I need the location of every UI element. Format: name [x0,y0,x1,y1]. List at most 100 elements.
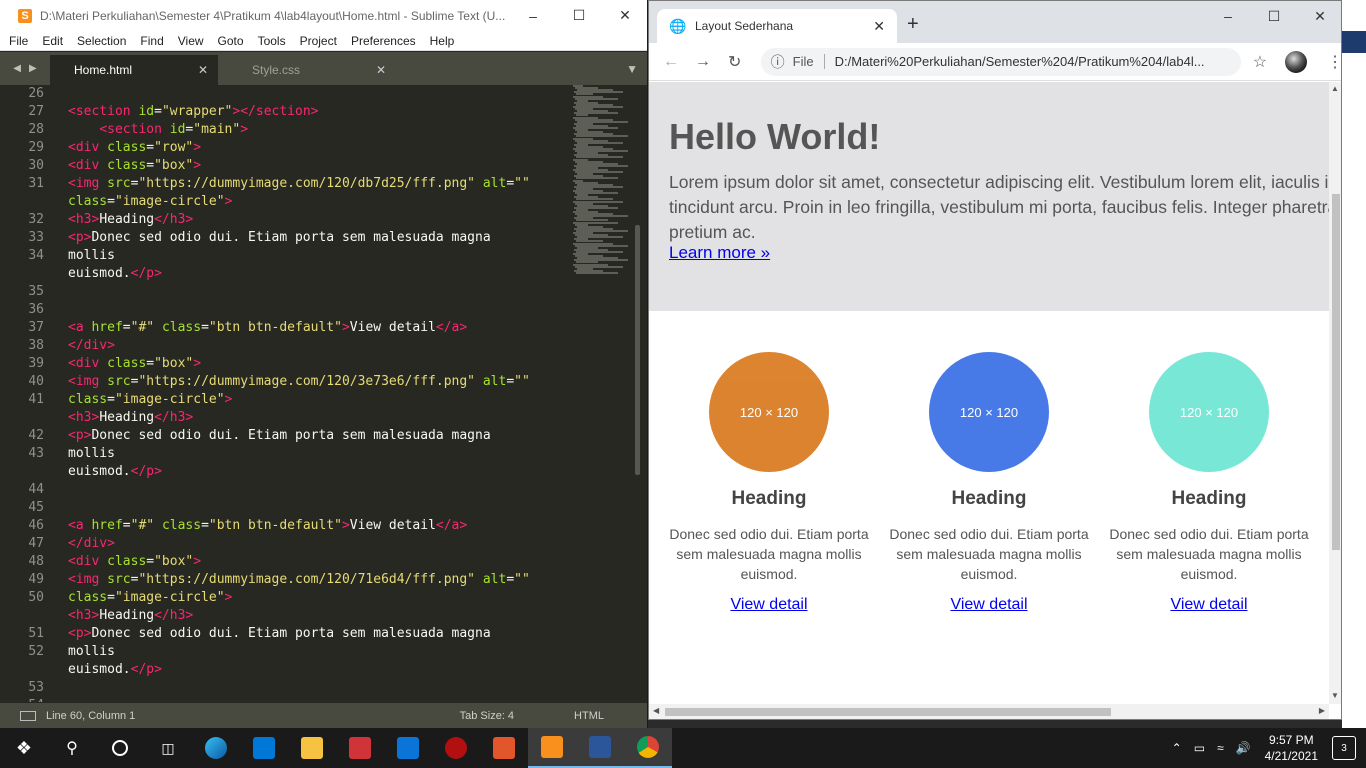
code-line[interactable]: <img src="https://dummyimage.com/120/db7… [68,176,530,191]
panel-toggle-icon[interactable] [20,710,36,721]
notification-center-button[interactable]: 3 [1332,736,1356,760]
menu-find[interactable]: Find [133,34,170,48]
store-button[interactable] [240,728,288,768]
chevron-left-icon[interactable]: ◀ [13,63,21,74]
sublime-taskbar-button[interactable] [528,728,576,768]
editor-scrollbar[interactable] [635,225,640,475]
close-tab-icon[interactable]: ✕ [198,63,208,77]
minimize-button[interactable]: – [510,0,556,31]
tab-list-dropdown-icon[interactable]: ▼ [626,62,638,76]
edge-button[interactable] [192,728,240,768]
menu-project[interactable]: Project [293,34,344,48]
code-line[interactable]: <div class="box"> [68,158,201,173]
pdf-app-button[interactable] [480,728,528,768]
browser-tab[interactable]: 🌐 Layout Sederhana ✕ [657,9,897,43]
code-line[interactable]: mollis [68,644,115,659]
code-line[interactable]: mollis [68,248,115,263]
scroll-left-icon[interactable]: ◀ [653,706,659,715]
chrome-taskbar-button[interactable] [624,728,672,768]
menu-preferences[interactable]: Preferences [344,34,423,48]
code-line[interactable]: <p>Donec sed odio dui. Etiam porta sem m… [68,428,491,443]
close-button[interactable]: ✕ [1297,1,1341,31]
kebab-menu-icon[interactable]: ⋮ [1327,52,1341,72]
minimize-button[interactable]: – [1205,1,1251,31]
code-line[interactable]: <div class="box"> [68,356,201,371]
url-text[interactable]: D:/Materi%20Perkuliahan/Semester%204/Pra… [835,54,1241,69]
code-line[interactable]: <section id="main"> [68,122,248,137]
tab-scroll-arrows[interactable]: ◀ ▶ [0,52,50,85]
code-line[interactable]: <h3>Heading</h3> [68,608,193,623]
maximize-button[interactable]: ☐ [556,0,602,31]
tab-style-css[interactable]: Style.css ✕ [228,55,396,85]
page-viewport[interactable]: Hello World! Lorem ipsum dolor sit amet,… [649,82,1329,704]
code-line[interactable]: class="image-circle"> [68,392,232,407]
page-vertical-scrollbar[interactable]: ▲ ▼ [1329,82,1341,704]
code-line[interactable]: class="image-circle"> [68,590,232,605]
scroll-up-icon[interactable]: ▲ [1331,84,1339,93]
tab-home-html[interactable]: Home.html ✕ [50,55,218,85]
wifi-icon[interactable]: ≈ [1217,741,1224,755]
menu-file[interactable]: File [0,34,35,48]
code-line[interactable]: class="image-circle"> [68,194,232,209]
chrome-window[interactable]: 🌐 Layout Sederhana ✕ + – ☐ ✕ ← → ↻ ⓘ Fil… [648,0,1342,720]
code-area[interactable]: <section id="wrapper"></section> <sectio… [68,85,573,702]
forward-arrow-icon[interactable]: → [687,53,719,71]
view-detail-link[interactable]: View detail [1109,596,1309,614]
tab-size[interactable]: Tab Size: 4 [460,710,514,722]
sublime-window[interactable]: S D:\Materi Perkuliahan\Semester 4\Prati… [0,0,648,728]
maximize-button[interactable]: ☐ [1251,1,1297,31]
close-tab-icon[interactable]: ✕ [376,63,386,77]
menu-view[interactable]: View [171,34,211,48]
code-line[interactable]: <div class="box"> [68,554,201,569]
code-line[interactable]: euismod.</p> [68,464,162,479]
menu-edit[interactable]: Edit [35,34,70,48]
start-button[interactable]: ❖ [0,728,48,768]
clock[interactable]: 9:57 PM 4/21/2021 [1265,732,1318,764]
search-button[interactable]: ⚲ [48,728,96,768]
code-editor[interactable]: 26 27 28 29 30 31 32 33 34 35 36 37 38 39 40 41 42 43 44 45… [0,85,647,702]
sublime-title-bar[interactable]: S D:\Materi Perkuliahan\Semester 4\Prati… [0,0,647,31]
code-line[interactable]: <h3>Heading</h3> [68,212,193,227]
code-line[interactable]: </div> [68,338,115,353]
gift-app-button[interactable] [336,728,384,768]
menu-selection[interactable]: Selection [70,34,133,48]
new-tab-button[interactable]: + [907,13,919,36]
view-detail-link[interactable]: View detail [669,596,869,614]
scroll-right-icon[interactable]: ▶ [1319,706,1325,715]
battery-icon[interactable]: ▭ [1194,741,1205,755]
address-bar[interactable]: ⓘ File D:/Materi%20Perkuliahan/Semester%… [760,47,1241,76]
view-detail-link[interactable]: View detail [889,596,1089,614]
scroll-thumb[interactable] [665,708,1111,716]
mail-button[interactable] [384,728,432,768]
chevron-right-icon[interactable]: ▶ [29,63,37,74]
learn-more-link[interactable]: Learn more » [669,243,770,263]
syntax-mode[interactable]: HTML [574,710,604,722]
page-horizontal-scrollbar[interactable]: ◀ ▶ [649,704,1329,719]
code-line[interactable]: euismod.</p> [68,662,162,677]
menu-tools[interactable]: Tools [251,34,293,48]
code-line[interactable]: <h3>Heading</h3> [68,410,193,425]
code-line[interactable]: </div> [68,536,115,551]
back-arrow-icon[interactable]: ← [655,53,687,71]
code-line[interactable]: <img src="https://dummyimage.com/120/71e… [68,572,530,587]
word-taskbar-button[interactable] [576,728,624,768]
code-line[interactable]: <section id="wrapper"></section> [68,104,318,119]
reload-icon[interactable]: ↻ [719,52,751,72]
game-app-button[interactable] [432,728,480,768]
task-view-button[interactable]: ◫ [144,728,192,768]
code-line[interactable]: euismod.</p> [68,266,162,281]
scroll-thumb[interactable] [1332,194,1340,550]
file-explorer-button[interactable] [288,728,336,768]
profile-avatar[interactable] [1285,50,1307,73]
cortana-button[interactable] [96,728,144,768]
code-line[interactable]: <p>Donec sed odio dui. Etiam porta sem m… [68,230,491,245]
bookmark-star-icon[interactable]: ☆ [1253,52,1267,72]
code-line[interactable]: <div class="row"> [68,140,201,155]
minimap[interactable] [573,85,633,285]
code-line[interactable]: <a href="#" class="btn btn-default">View… [68,320,467,335]
code-line[interactable]: mollis [68,446,115,461]
menu-goto[interactable]: Goto [211,34,251,48]
code-line[interactable]: <p>Donec sed odio dui. Etiam porta sem m… [68,626,491,641]
scroll-down-icon[interactable]: ▼ [1331,691,1339,700]
close-tab-icon[interactable]: ✕ [873,18,885,35]
